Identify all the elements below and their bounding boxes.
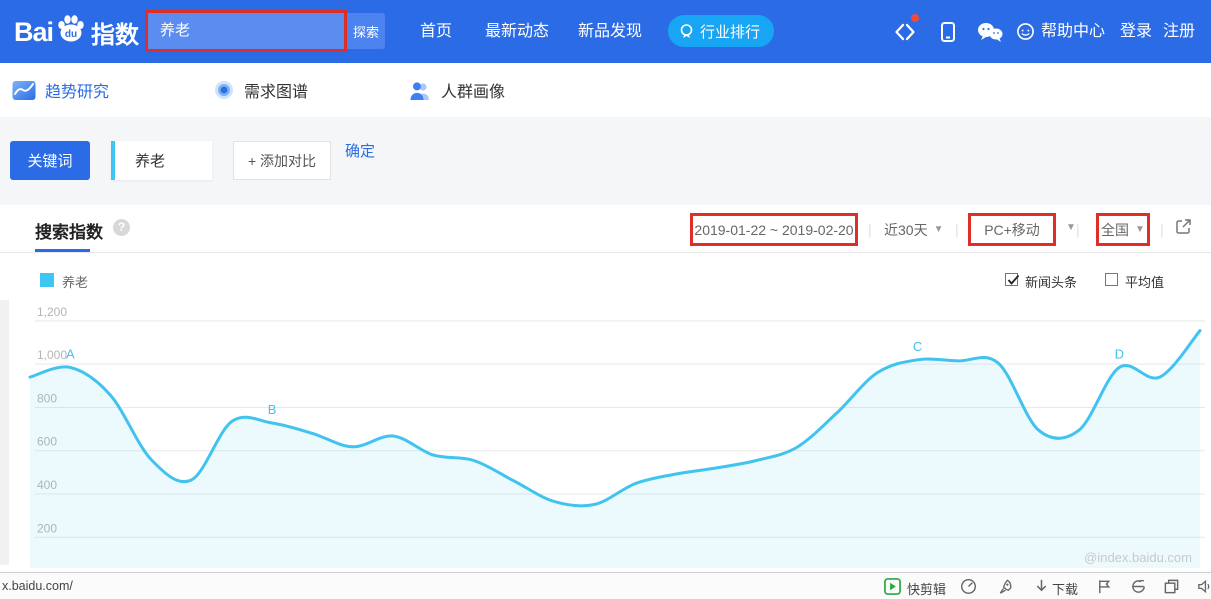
quick-clip-icon[interactable]: [884, 578, 901, 595]
restore-window-icon[interactable]: [1163, 578, 1180, 595]
help-chat-icon: [1016, 22, 1035, 41]
device-dropdown[interactable]: PC+移动: [968, 213, 1056, 246]
nav-new-products[interactable]: 新品发现: [578, 0, 642, 63]
radar-dot-icon: [213, 79, 235, 101]
annotation-label-A[interactable]: A: [66, 346, 75, 361]
logo-text-bai: Bai: [14, 17, 53, 48]
people-icon: [408, 80, 432, 101]
baidu-paw-icon: du: [54, 12, 88, 46]
tab-trend-research[interactable]: 趋势研究: [12, 63, 109, 117]
check-icon: [1006, 272, 1021, 287]
baidu-index-logo[interactable]: Bai du 指数: [14, 12, 139, 52]
ie-browser-icon[interactable]: [1130, 578, 1147, 595]
region-value: 全国: [1101, 220, 1129, 240]
register-link[interactable]: 注册: [1163, 0, 1195, 63]
separator: |: [1076, 221, 1080, 237]
annotation-label-D[interactable]: D: [1115, 346, 1124, 361]
search-input[interactable]: 养老: [148, 13, 344, 49]
date-range-control[interactable]: 2019-01-22 ~ 2019-02-20: [690, 213, 858, 246]
keyword-filter-band: 关键词 养老 + 添加对比 确定: [0, 117, 1211, 205]
login-link[interactable]: 登录: [1120, 0, 1152, 63]
help-center-link[interactable]: 帮助中心: [1016, 0, 1105, 63]
search-index-trend-chart[interactable]: 2004006008001,0001,200ABCD@index.baidu.c…: [0, 302, 1211, 570]
y-axis-tick-label: 1,000: [37, 348, 67, 362]
nav-latest-news[interactable]: 最新动态: [485, 0, 549, 63]
confirm-link[interactable]: 确定: [345, 140, 375, 161]
region-dropdown[interactable]: 全国 ▼: [1096, 213, 1150, 246]
tab-crowd-label: 人群画像: [441, 78, 505, 102]
speaker-icon[interactable]: [1196, 578, 1211, 595]
panel-header: 搜索指数 ? 2019-01-22 ~ 2019-02-20 | 近30天 ▼ …: [0, 205, 1211, 253]
legend-row: 养老 新闻头条 平均值: [0, 267, 1211, 297]
average-checkbox[interactable]: [1105, 273, 1118, 286]
code-brackets-icon[interactable]: [893, 20, 917, 44]
search-annotation-box: 养老: [145, 10, 347, 52]
device-value: PC+移动: [984, 220, 1040, 240]
browser-status-bar: x.baidu.com/ 快剪辑 下载: [0, 572, 1211, 599]
average-label[interactable]: 平均值: [1125, 272, 1164, 291]
tab-trend-label: 趋势研究: [45, 78, 109, 102]
period-value: 近30天: [884, 220, 928, 240]
active-tab-underline: [35, 249, 90, 252]
explore-button[interactable]: 探索: [347, 13, 385, 49]
flag-icon[interactable]: [1096, 578, 1113, 595]
download-label[interactable]: 下载: [1052, 579, 1078, 598]
area-fill: [30, 331, 1200, 568]
help-center-label: 帮助中心: [1041, 0, 1105, 63]
keyword-chip[interactable]: 养老: [111, 141, 212, 180]
external-link-icon[interactable]: [1175, 218, 1192, 235]
status-url: x.baidu.com/: [2, 579, 73, 593]
keyword-button[interactable]: 关键词: [10, 141, 90, 180]
speed-dial-icon[interactable]: [960, 578, 977, 595]
section-tabs: 趋势研究 需求图谱 人群画像: [0, 63, 1211, 117]
date-range-value: 2019-01-22 ~ 2019-02-20: [694, 222, 853, 238]
trend-chart-icon: [12, 80, 36, 101]
annotation-label-C[interactable]: C: [913, 339, 922, 354]
news-headlines-label[interactable]: 新闻头条: [1025, 272, 1077, 291]
separator: |: [868, 221, 872, 237]
industry-ranking-label: 行业排行: [700, 21, 760, 42]
search-index-panel: 搜索指数 ? 2019-01-22 ~ 2019-02-20 | 近30天 ▼ …: [0, 205, 1211, 572]
top-header: Bai du 指数 养老 探索 首页 最新动态 新品发现 行业排行: [0, 0, 1211, 63]
period-dropdown[interactable]: 近30天 ▼: [884, 213, 943, 246]
logo-text-suffix: 指数: [91, 15, 139, 50]
notification-dot: [911, 14, 919, 22]
logo-text-du: du: [65, 29, 77, 40]
tab-crowd-portrait[interactable]: 人群画像: [408, 63, 505, 117]
chevron-down-icon: ▼: [934, 224, 944, 235]
question-mark-icon[interactable]: ?: [113, 219, 130, 236]
medal-icon: [678, 23, 695, 40]
chevron-down-icon: ▼: [1135, 224, 1145, 235]
legend-swatch[interactable]: [40, 273, 54, 287]
quick-clip-label[interactable]: 快剪辑: [907, 579, 946, 598]
mobile-phone-icon[interactable]: [936, 20, 960, 44]
rocket-icon[interactable]: [997, 578, 1014, 595]
download-arrow-icon[interactable]: [1033, 578, 1050, 595]
separator: |: [955, 221, 959, 237]
panel-title: 搜索指数: [35, 218, 103, 243]
tab-demand-map[interactable]: 需求图谱: [213, 63, 308, 117]
chevron-down-icon[interactable]: ▼: [1066, 222, 1076, 233]
industry-ranking-button[interactable]: 行业排行: [668, 15, 774, 47]
nav-home[interactable]: 首页: [420, 0, 452, 63]
add-compare-button[interactable]: + 添加对比: [233, 141, 331, 180]
news-headlines-checkbox[interactable]: [1005, 273, 1018, 286]
y-axis-tick-label: 1,200: [37, 305, 67, 319]
tab-demand-label: 需求图谱: [244, 78, 308, 102]
baidu-index-page: Bai du 指数 养老 探索 首页 最新动态 新品发现 行业排行: [0, 0, 1211, 599]
watermark: @index.baidu.com: [1084, 550, 1192, 565]
wechat-icon[interactable]: [976, 20, 1004, 44]
legend-label[interactable]: 养老: [62, 272, 88, 291]
separator: |: [1160, 221, 1164, 237]
annotation-label-B[interactable]: B: [268, 402, 277, 417]
